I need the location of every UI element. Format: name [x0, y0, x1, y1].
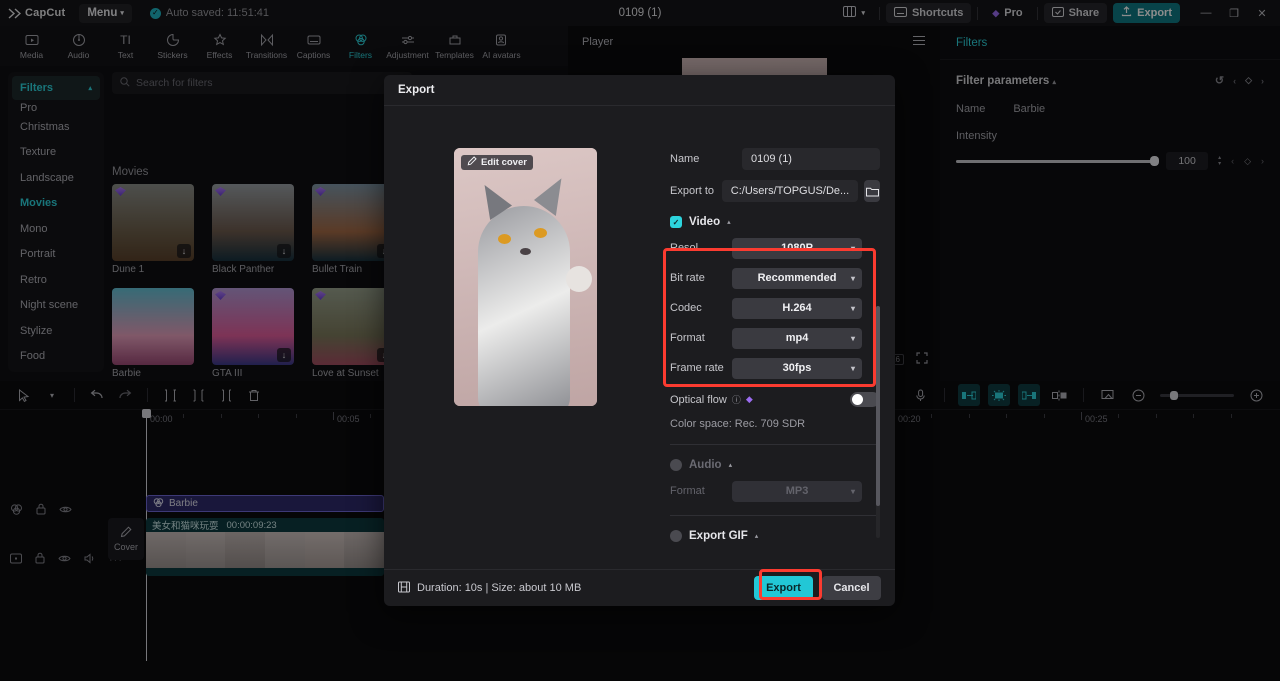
- export-settings-form: Name 0109 (1) Export to C:/Users/TOPGUS/…: [670, 148, 880, 542]
- duration-info: Duration: 10s | Size: about 10 MB: [398, 581, 581, 596]
- name-label: Name: [670, 153, 700, 165]
- video-settings-group: Resol... 1080P ▾ Bit rate Recommended ▾: [670, 237, 880, 379]
- chevron-down-icon: ▾: [850, 243, 855, 253]
- audio-section-header: Audio ▴: [670, 459, 880, 471]
- audio-format-label: Format: [670, 485, 705, 497]
- edit-cover-button[interactable]: Edit cover: [461, 155, 533, 170]
- toggle-knob: [852, 394, 863, 405]
- audio-checkbox[interactable]: [670, 459, 682, 471]
- film-icon: [398, 581, 410, 596]
- chevron-down-icon: ▾: [850, 273, 855, 283]
- framerate-value: 30fps: [782, 362, 812, 374]
- info-icon[interactable]: ⓘ: [732, 393, 741, 406]
- bitrate-label: Bit rate: [670, 272, 705, 284]
- video-checkbox[interactable]: ✓: [670, 216, 682, 228]
- divider: [670, 515, 880, 516]
- codec-value: H.264: [782, 302, 812, 314]
- framerate-select[interactable]: 30fps ▾: [732, 357, 862, 379]
- bitrate-select[interactable]: Recommended ▾: [732, 267, 862, 289]
- edit-cover-label: Edit cover: [481, 157, 527, 168]
- audio-format-select[interactable]: MP3 ▾: [732, 480, 862, 502]
- video-section-title: Video: [689, 216, 721, 228]
- divider: [670, 444, 880, 445]
- pro-gem-icon: ◆: [745, 394, 753, 404]
- name-input[interactable]: 0109 (1): [742, 148, 880, 170]
- pencil-icon: [467, 156, 477, 169]
- scrollbar-thumb[interactable]: [876, 306, 880, 506]
- dialog-title: Export: [398, 84, 435, 96]
- audio-format-row: Format MP3 ▾: [670, 480, 880, 502]
- export-path-input[interactable]: C:/Users/TOPGUS/De...: [721, 180, 859, 202]
- cover-preview[interactable]: Edit cover: [454, 148, 597, 406]
- format-select[interactable]: mp4 ▾: [732, 327, 862, 349]
- chevron-down-icon: ▾: [850, 333, 855, 343]
- chevron-up-icon[interactable]: ▴: [729, 461, 733, 469]
- chevron-up-icon[interactable]: ▴: [755, 532, 759, 540]
- duration-text: Duration: 10s | Size: about 10 MB: [417, 582, 582, 594]
- export-confirm-button[interactable]: Export: [754, 576, 813, 600]
- cancel-button[interactable]: Cancel: [822, 576, 881, 600]
- export-to-row: Export to C:/Users/TOPGUS/De...: [670, 180, 880, 202]
- folder-icon[interactable]: [864, 180, 880, 202]
- bitrate-row: Bit rate Recommended ▾: [670, 267, 880, 289]
- resolution-select[interactable]: 1080P ▾: [732, 237, 862, 259]
- resolution-row: Resol... 1080P ▾: [670, 237, 880, 259]
- optical-flow-row: Optical flow ⓘ ◆: [670, 392, 880, 407]
- framerate-label: Frame rate: [670, 362, 724, 374]
- framerate-row: Frame rate 30fps ▾: [670, 357, 880, 379]
- bitrate-value: Recommended: [757, 272, 837, 284]
- gif-section-title: Export GIF: [689, 530, 748, 542]
- audio-format-value: MP3: [785, 485, 809, 497]
- optical-flow-label: Optical flow: [670, 393, 727, 406]
- export-dialog: Export Edit cover Name 0109 (1) Export t…: [384, 75, 895, 606]
- name-row: Name 0109 (1): [670, 148, 880, 170]
- optical-flow-label-group: Optical flow ⓘ ◆: [670, 393, 753, 406]
- chevron-down-icon: ▾: [850, 363, 855, 373]
- chevron-up-icon[interactable]: ▴: [727, 218, 731, 226]
- audio-section-title: Audio: [689, 459, 722, 471]
- format-value: mp4: [785, 332, 809, 344]
- codec-select[interactable]: H.264 ▾: [732, 297, 862, 319]
- chevron-down-icon: ▾: [850, 486, 855, 496]
- video-section-header: ✓ Video ▴: [670, 216, 880, 228]
- dialog-title-bar: Export: [384, 75, 895, 106]
- format-label: Format: [670, 332, 705, 344]
- resolution-label: Resol...: [670, 242, 708, 254]
- settings-scrollbar[interactable]: [876, 306, 880, 538]
- chevron-down-icon: ▾: [850, 303, 855, 313]
- resolution-value: 1080P: [781, 242, 813, 254]
- gif-checkbox[interactable]: [670, 530, 682, 542]
- codec-row: Codec H.264 ▾: [670, 297, 880, 319]
- dialog-footer: Duration: 10s | Size: about 10 MB Export…: [384, 569, 895, 606]
- format-row: Format mp4 ▾: [670, 327, 880, 349]
- capcut-window: CapCut Menu ▾ ✓ Auto saved: 11:51:41 ▾ S…: [0, 0, 1280, 681]
- codec-label: Codec: [670, 302, 702, 314]
- dialog-body: Edit cover Name 0109 (1) Export to C:/Us…: [384, 106, 895, 569]
- color-space-text: Color space: Rec. 709 SDR: [670, 418, 806, 430]
- export-to-label: Export to: [670, 185, 715, 197]
- gif-section-header: Export GIF ▴: [670, 530, 880, 542]
- footer-buttons: Export Cancel: [754, 576, 881, 600]
